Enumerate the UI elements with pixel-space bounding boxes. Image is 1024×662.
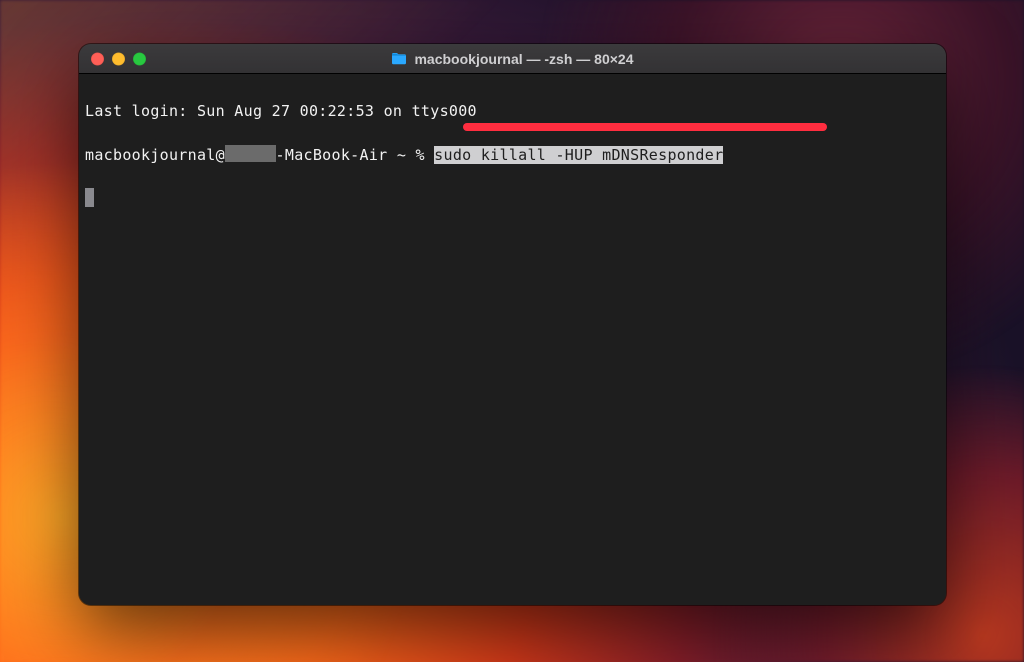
prompt-path: ~ % <box>388 146 435 164</box>
redacted-hostname <box>225 145 276 162</box>
prompt-line: macbookjournal@ -MacBook-Air ~ % sudo kil… <box>85 144 940 166</box>
cursor-line <box>85 188 940 210</box>
last-login-line: Last login: Sun Aug 27 00:22:53 on ttys0… <box>85 100 940 122</box>
command-highlight: sudo killall -HUP mDNSResponder <box>434 146 723 164</box>
terminal-cursor <box>85 188 94 207</box>
prompt-host-suffix: -MacBook-Air <box>276 146 388 164</box>
terminal-window: macbookjournal — -zsh — 80×24 Last login… <box>79 44 946 605</box>
prompt-user: macbookjournal@ <box>85 146 225 164</box>
window-title: macbookjournal — -zsh — 80×24 <box>414 51 633 67</box>
terminal-body[interactable]: Last login: Sun Aug 27 00:22:53 on ttys0… <box>79 74 946 605</box>
close-icon[interactable] <box>91 52 104 65</box>
window-title-group: macbookjournal — -zsh — 80×24 <box>391 51 633 67</box>
annotation-underline <box>463 123 827 131</box>
window-titlebar[interactable]: macbookjournal — -zsh — 80×24 <box>79 44 946 74</box>
traffic-lights <box>91 52 146 65</box>
zoom-icon[interactable] <box>133 52 146 65</box>
folder-icon <box>391 52 407 65</box>
minimize-icon[interactable] <box>112 52 125 65</box>
